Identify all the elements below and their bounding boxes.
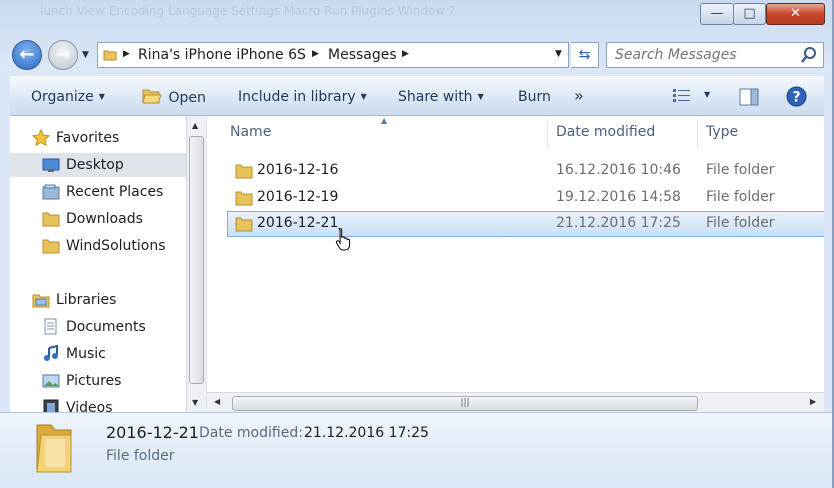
command-bar: Organize ▼ Open Include in library ▼ Share… bbox=[10, 76, 824, 116]
search-icon[interactable] bbox=[801, 46, 817, 64]
desktop-icon bbox=[42, 158, 60, 172]
breadcrumb-messages[interactable]: Messages bbox=[328, 47, 397, 63]
file-type: File folder bbox=[706, 162, 775, 178]
file-row[interactable]: 2016-12-19 19.12.2016 14:58 File folder bbox=[227, 185, 824, 211]
chevron-down-icon: ▼ bbox=[360, 92, 367, 101]
folder-large-icon bbox=[36, 424, 72, 473]
libraries-icon bbox=[32, 294, 50, 308]
search-box[interactable] bbox=[606, 42, 824, 68]
folder-icon bbox=[235, 217, 253, 232]
breadcrumb-chevron-icon[interactable]: ▶ bbox=[312, 49, 319, 59]
explorer-window: lunch View Encoding Language Settings Ma… bbox=[0, 0, 834, 488]
details-view-icon bbox=[673, 89, 690, 102]
chevron-down-icon: ▼ bbox=[98, 92, 105, 101]
forward-button[interactable]: → bbox=[48, 40, 78, 70]
burn-button[interactable]: Burn bbox=[518, 89, 551, 105]
folder-icon bbox=[103, 50, 117, 61]
date-modified-value: 21.12.2016 17:25 bbox=[304, 425, 429, 441]
view-options-dropdown-icon[interactable]: ▼ bbox=[704, 90, 710, 99]
close-button[interactable]: ✕ bbox=[766, 3, 825, 25]
file-list: Name ▲ Date modified Type 2016-12-16 16.… bbox=[207, 116, 824, 412]
sort-ascending-icon: ▲ bbox=[381, 116, 388, 125]
scrollbar-thumb[interactable] bbox=[189, 136, 204, 384]
file-row[interactable]: 2016-12-16 16.12.2016 10:46 File folder bbox=[227, 158, 824, 184]
navigation-scrollbar[interactable]: ▲ ▼ bbox=[186, 116, 206, 412]
recent-places-icon bbox=[42, 184, 60, 200]
back-button[interactable]: ← bbox=[12, 40, 42, 70]
file-date: 16.12.2016 10:46 bbox=[556, 162, 681, 178]
scrollbar-thumb[interactable]: ||| bbox=[232, 396, 698, 411]
details-pane: 2016-12-21 Date modified: 21.12.2016 17:… bbox=[0, 412, 832, 488]
refresh-button[interactable]: ⇆ bbox=[571, 42, 599, 68]
column-divider[interactable] bbox=[697, 118, 698, 148]
open-folder-icon bbox=[142, 89, 162, 104]
scroll-up-icon[interactable]: ▲ bbox=[192, 121, 198, 130]
refresh-icon: ⇆ bbox=[578, 47, 591, 63]
forward-arrow-icon: → bbox=[55, 44, 71, 65]
preview-pane-icon bbox=[739, 88, 759, 106]
include-in-library-button[interactable]: Include in library ▼ bbox=[238, 89, 367, 105]
search-input[interactable] bbox=[615, 44, 795, 66]
preview-pane-button[interactable] bbox=[739, 88, 759, 110]
column-divider[interactable] bbox=[547, 118, 548, 148]
file-row-selected[interactable]: 2016-12-21 21.12.2016 17:25 File folder bbox=[227, 211, 824, 237]
folder-icon bbox=[235, 191, 253, 206]
file-type: File folder bbox=[706, 189, 775, 205]
chevron-down-icon: ▼ bbox=[477, 92, 484, 101]
date-modified-label: Date modified: bbox=[199, 425, 303, 441]
share-with-button[interactable]: Share with ▼ bbox=[398, 89, 484, 105]
help-icon: ? bbox=[786, 86, 807, 107]
file-type: File folder bbox=[706, 215, 775, 231]
breadcrumb-chevron-icon[interactable]: ▶ bbox=[402, 49, 409, 59]
organize-button[interactable]: Organize ▼ bbox=[31, 89, 105, 105]
navigation-pane: Favorites Desktop Recent Places Download… bbox=[10, 116, 186, 412]
pictures-icon bbox=[42, 374, 60, 388]
folder-icon bbox=[42, 212, 60, 227]
maximize-button[interactable]: □ bbox=[733, 3, 766, 25]
selected-item-name: 2016-12-21 bbox=[106, 423, 199, 442]
folder-icon bbox=[235, 164, 253, 179]
minimize-button[interactable]: — bbox=[700, 3, 734, 25]
change-view-button[interactable] bbox=[672, 88, 692, 108]
history-dropdown-icon[interactable]: ▼ bbox=[82, 50, 89, 60]
column-header-type[interactable]: Type bbox=[706, 124, 738, 140]
background-window-ghost-text: lunch View Encoding Language Settings Ma… bbox=[40, 4, 456, 18]
file-list-scrollbar[interactable]: ◀ ||| ▶ bbox=[207, 392, 824, 412]
title-bar: lunch View Encoding Language Settings Ma… bbox=[0, 0, 832, 34]
breadcrumb-chevron-icon[interactable]: ▶ bbox=[123, 49, 130, 59]
scroll-down-icon[interactable]: ▼ bbox=[192, 398, 198, 407]
svg-text:?: ? bbox=[792, 90, 800, 106]
address-bar[interactable]: ▶ Rina's iPhone iPhone 6S ▶ Messages ▶ bbox=[97, 42, 569, 68]
documents-icon bbox=[44, 318, 57, 335]
column-header-name[interactable]: Name bbox=[230, 124, 271, 140]
back-arrow-icon: ← bbox=[19, 44, 35, 65]
hand-cursor-icon bbox=[335, 227, 351, 251]
scroll-left-icon[interactable]: ◀ bbox=[214, 397, 220, 406]
breadcrumb-device[interactable]: Rina's iPhone iPhone 6S bbox=[138, 47, 306, 63]
selected-item-type: File folder bbox=[106, 448, 175, 464]
file-name: 2016-12-21 bbox=[257, 215, 339, 231]
file-name: 2016-12-16 bbox=[257, 162, 339, 178]
folder-icon bbox=[42, 239, 60, 254]
file-name: 2016-12-19 bbox=[257, 189, 339, 205]
address-dropdown-icon[interactable]: ▼ bbox=[555, 49, 562, 59]
help-button[interactable]: ? bbox=[786, 86, 807, 111]
videos-icon bbox=[43, 399, 59, 412]
file-date: 19.12.2016 14:58 bbox=[556, 189, 681, 205]
star-icon bbox=[32, 129, 50, 147]
music-icon bbox=[44, 345, 58, 361]
more-commands-button[interactable]: » bbox=[574, 86, 584, 105]
scroll-right-icon[interactable]: ▶ bbox=[810, 397, 816, 406]
open-button[interactable]: Open bbox=[142, 87, 206, 106]
file-date: 21.12.2016 17:25 bbox=[556, 215, 681, 231]
column-header-date-modified[interactable]: Date modified bbox=[556, 124, 655, 140]
